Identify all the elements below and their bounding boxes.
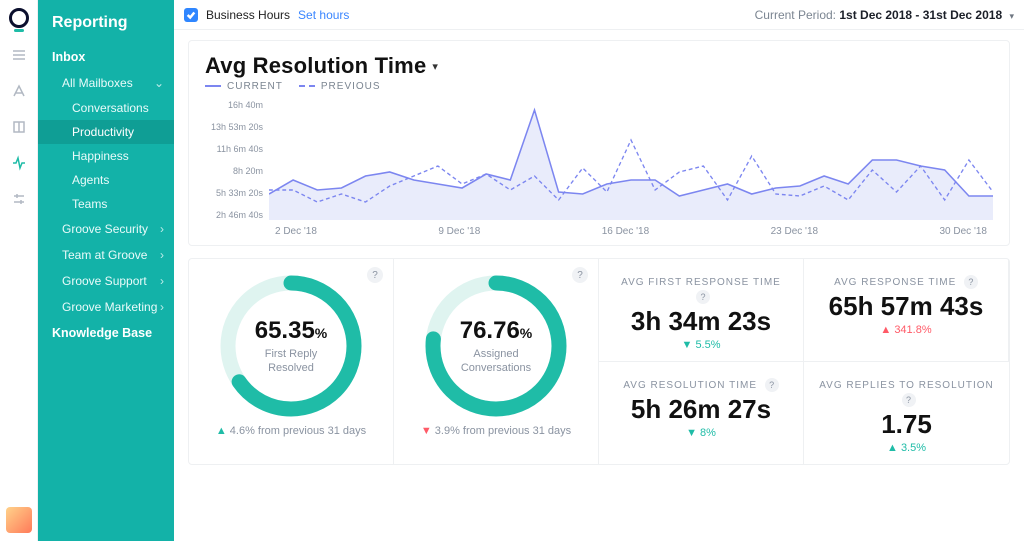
y-tick: 16h 40m xyxy=(205,100,263,110)
chart-body: 16h 40m 13h 53m 20s 11h 6m 40s 8h 20m 5h 33m… xyxy=(205,100,993,220)
stat-delta: ▲ 341.8% xyxy=(816,324,996,336)
stat-delta: ▲ 3.5% xyxy=(816,442,997,454)
groove-logo[interactable] xyxy=(9,8,29,28)
hamburger-icon[interactable] xyxy=(10,46,28,64)
sidebar-item-conversations[interactable]: Conversations xyxy=(38,96,174,120)
x-tick: 9 Dec '18 xyxy=(438,226,480,237)
gauge-assigned-convos: ? 76.76% AssignedConversations ▼ 3.9% fr… xyxy=(394,259,599,464)
stat-value: 65h 57m 43s xyxy=(816,291,996,322)
topbar-left: Business Hours Set hours xyxy=(184,8,349,22)
chevron-down-icon: ▾ xyxy=(1009,11,1014,21)
stat-response-time: AVG RESPONSE TIME ? 65h 57m 43s ▲ 341.8% xyxy=(804,259,1009,361)
x-tick: 23 Dec '18 xyxy=(771,226,819,237)
content: Avg Resolution Time ▾ CURRENT PREVIOUS 1… xyxy=(174,30,1024,475)
y-tick: 5h 33m 20s xyxy=(205,188,263,198)
sidebar-all-mailboxes-label: All Mailboxes xyxy=(52,76,133,90)
font-icon[interactable] xyxy=(10,82,28,100)
legend-current: CURRENT xyxy=(205,81,283,92)
help-icon[interactable]: ? xyxy=(964,275,978,289)
stat-delta: ▼ 5.5% xyxy=(611,339,791,351)
stat-value: 3h 34m 23s xyxy=(611,306,791,337)
stat-label: AVG RESOLUTION TIME xyxy=(623,380,757,391)
chart-title: Avg Resolution Time xyxy=(205,53,426,79)
activity-icon[interactable] xyxy=(10,154,28,172)
help-icon[interactable]: ? xyxy=(367,267,383,283)
stat-value: 1.75 xyxy=(816,409,997,440)
y-tick: 11h 6m 40s xyxy=(205,144,263,154)
gauge-delta: ▼ 3.9% from previous 31 days xyxy=(406,425,586,437)
sidebar-item-agents[interactable]: Agents xyxy=(38,168,174,192)
sidebar-group[interactable]: Team at Groove› xyxy=(38,242,174,268)
stat-label: AVG FIRST RESPONSE TIME xyxy=(621,277,781,288)
chevron-right-icon: › xyxy=(160,222,164,236)
chevron-right-icon: › xyxy=(160,274,164,288)
period-label: Current Period: xyxy=(755,8,836,22)
business-hours-label: Business Hours xyxy=(206,8,290,22)
sidebar-group[interactable]: Groove Support› xyxy=(38,268,174,294)
topbar: Business Hours Set hours Current Period:… xyxy=(174,0,1024,30)
y-tick: 2h 46m 40s xyxy=(205,210,263,220)
chart-legend: CURRENT PREVIOUS xyxy=(205,81,993,92)
chevron-right-icon: › xyxy=(160,300,164,314)
gauge-first-reply: ? 65.35% First ReplyResolved ▲ 4.6% from… xyxy=(189,259,394,464)
gauge-value: 76.76 xyxy=(460,317,520,344)
sidebar-mailbox-items: ConversationsProductivityHappinessAgents… xyxy=(38,96,174,216)
gauge: 65.35% First ReplyResolved xyxy=(216,271,366,421)
sidebar-group[interactable]: Groove Security› xyxy=(38,216,174,242)
stat-label: AVG REPLIES TO RESOLUTION xyxy=(819,380,994,391)
help-icon[interactable]: ? xyxy=(696,290,710,304)
sidebar-knowledge-base[interactable]: Knowledge Base xyxy=(38,320,174,346)
period-range: 1st Dec 2018 - 31st Dec 2018 xyxy=(839,8,1002,22)
stat-resolution-time: AVG RESOLUTION TIME ? 5h 26m 27s ▼ 8% xyxy=(599,361,804,464)
main: Business Hours Set hours Current Period:… xyxy=(174,0,1024,541)
stat-value: 5h 26m 27s xyxy=(611,394,791,425)
gauge-label: AssignedConversations xyxy=(461,347,531,376)
gauge-value: 65.35 xyxy=(255,317,315,344)
sidebar-item-productivity[interactable]: Productivity xyxy=(38,120,174,144)
stat-replies-resolution: AVG REPLIES TO RESOLUTION ? 1.75 ▲ 3.5% xyxy=(804,361,1009,464)
sidebar-group-inbox[interactable]: Inbox xyxy=(38,44,174,70)
sidebar: Reporting Inbox All Mailboxes ⌄ Conversa… xyxy=(38,0,174,541)
current-period[interactable]: Current Period: 1st Dec 2018 - 31st Dec … xyxy=(755,8,1014,22)
chevron-right-icon: › xyxy=(160,248,164,262)
gauge-delta: ▲ 4.6% from previous 31 days xyxy=(201,425,381,437)
x-tick: 30 Dec '18 xyxy=(940,226,988,237)
business-hours-checkbox[interactable] xyxy=(184,8,198,22)
set-hours-link[interactable]: Set hours xyxy=(298,8,349,22)
sliders-icon[interactable] xyxy=(10,190,28,208)
help-icon[interactable]: ? xyxy=(765,378,779,392)
sidebar-groups: Groove Security›Team at Groove›Groove Su… xyxy=(38,216,174,320)
chart-plot xyxy=(269,100,993,220)
line-chart xyxy=(269,100,993,220)
book-icon[interactable] xyxy=(10,118,28,136)
y-tick: 8h 20m xyxy=(205,166,263,176)
metrics-grid: ? 65.35% First ReplyResolved ▲ 4.6% from… xyxy=(188,258,1010,465)
app-root: Reporting Inbox All Mailboxes ⌄ Conversa… xyxy=(0,0,1024,541)
chevron-down-icon: ⌄ xyxy=(154,76,164,90)
sidebar-group[interactable]: Groove Marketing› xyxy=(38,294,174,320)
chart-y-labels: 16h 40m 13h 53m 20s 11h 6m 40s 8h 20m 5h 33m… xyxy=(205,100,269,220)
chart-card: Avg Resolution Time ▾ CURRENT PREVIOUS 1… xyxy=(188,40,1010,246)
stat-label: AVG RESPONSE TIME xyxy=(834,277,956,288)
chart-title-row[interactable]: Avg Resolution Time ▾ xyxy=(205,53,993,79)
stat-first-response: AVG FIRST RESPONSE TIME ? 3h 34m 23s ▼ 5… xyxy=(599,259,804,361)
x-tick: 16 Dec '18 xyxy=(602,226,650,237)
gauge-label: First ReplyResolved xyxy=(265,347,318,376)
avatar[interactable] xyxy=(6,507,32,533)
chart-x-labels: 2 Dec '18 9 Dec '18 16 Dec '18 23 Dec '18 30… xyxy=(205,220,993,237)
sidebar-all-mailboxes[interactable]: All Mailboxes ⌄ xyxy=(38,70,174,96)
help-icon[interactable]: ? xyxy=(572,267,588,283)
x-tick: 2 Dec '18 xyxy=(275,226,317,237)
chevron-down-icon: ▾ xyxy=(432,60,438,73)
icon-rail xyxy=(0,0,38,541)
sidebar-title: Reporting xyxy=(38,14,174,44)
stat-delta: ▼ 8% xyxy=(611,427,791,439)
sidebar-item-teams[interactable]: Teams xyxy=(38,192,174,216)
gauge: 76.76% AssignedConversations xyxy=(421,271,571,421)
legend-previous: PREVIOUS xyxy=(299,81,381,92)
help-icon[interactable]: ? xyxy=(902,393,916,407)
y-tick: 13h 53m 20s xyxy=(205,122,263,132)
sidebar-item-happiness[interactable]: Happiness xyxy=(38,144,174,168)
